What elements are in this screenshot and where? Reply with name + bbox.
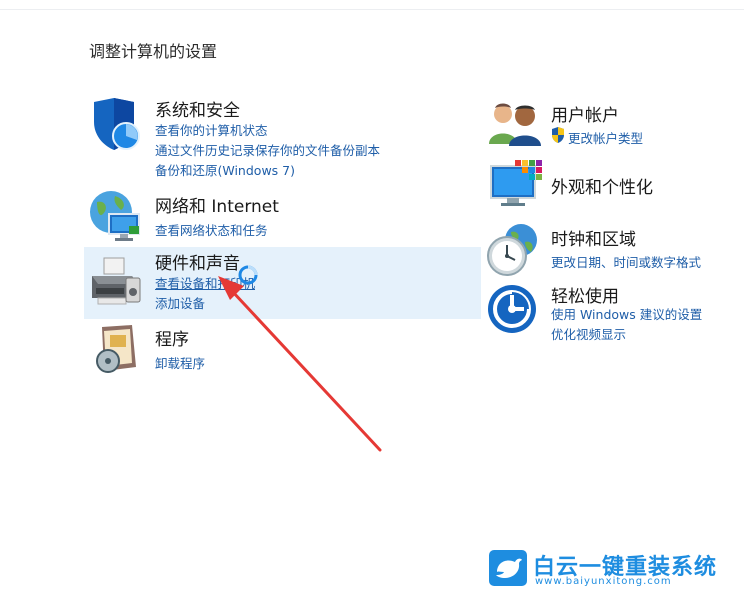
uac-shield-icon: [551, 127, 565, 143]
watermark: 白云一键重装系统 www.baiyunxitong.com: [489, 548, 739, 590]
users-icon: [487, 100, 543, 148]
link-recommended-settings[interactable]: 使用 Windows 建议的设置: [551, 304, 702, 323]
link-uninstall-program[interactable]: 卸载程序: [155, 353, 205, 372]
link-view-computer-status[interactable]: 查看你的计算机状态: [155, 120, 268, 139]
ease-of-access-icon: [486, 283, 538, 335]
category-title[interactable]: 用户帐户: [551, 101, 619, 126]
network-globe-icon: [87, 188, 143, 244]
link-backup-restore[interactable]: 备份和还原(Windows 7): [155, 160, 295, 179]
link-change-date-time-format[interactable]: 更改日期、时间或数字格式: [551, 252, 701, 271]
category-title[interactable]: 硬件和声音: [155, 249, 240, 274]
category-title[interactable]: 时钟和区域: [551, 225, 636, 250]
link-add-device[interactable]: 添加设备: [155, 293, 205, 312]
link-network-status[interactable]: 查看网络状态和任务: [155, 220, 268, 239]
category-title[interactable]: 程序: [155, 325, 189, 350]
clock-globe-icon: [485, 222, 541, 278]
display-palette-icon: [487, 158, 543, 210]
printer-icon: [88, 254, 144, 310]
shield-icon: [88, 96, 144, 154]
link-file-history[interactable]: 通过文件历史记录保存你的文件备份副本: [155, 140, 380, 159]
page-title: 调整计算机的设置: [89, 42, 218, 61]
watermark-url: www.baiyunxitong.com: [535, 576, 672, 587]
programs-disc-icon: [92, 323, 142, 375]
top-divider: [0, 9, 744, 10]
bird-logo-icon: [489, 550, 527, 586]
link-optimize-display[interactable]: 优化视频显示: [551, 324, 626, 343]
category-title[interactable]: 外观和个性化: [551, 173, 653, 198]
link-change-account-type[interactable]: 更改帐户类型: [568, 128, 643, 147]
busy-cursor-icon: [238, 265, 258, 285]
category-title[interactable]: 网络和 Internet: [155, 192, 279, 217]
category-title[interactable]: 系统和安全: [155, 96, 240, 121]
